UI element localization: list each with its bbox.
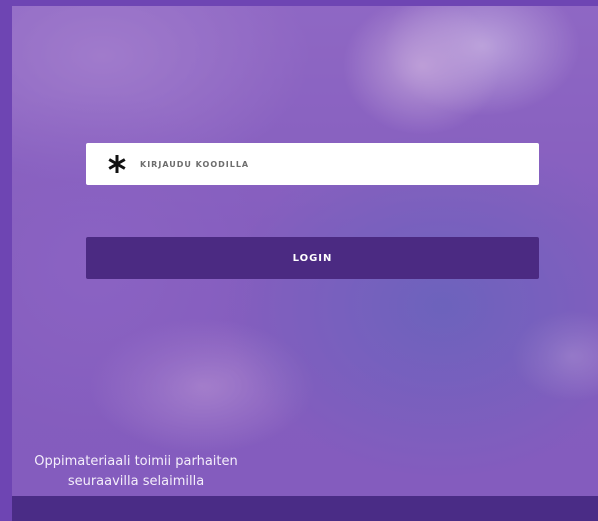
login-button[interactable]: LOGIN: [86, 237, 539, 279]
asterisk-icon: [106, 153, 128, 175]
browser-support-line-2: seuraavilla selaimilla: [67, 474, 205, 489]
browser-support-line-1: Oppimateriaali toimii parhaiten: [34, 454, 238, 469]
code-input[interactable]: [138, 143, 529, 185]
code-field[interactable]: [86, 143, 539, 185]
browser-support-text: Oppimateriaali toimii parhaiten seuraavi…: [12, 452, 260, 492]
bottom-bar: [12, 496, 598, 521]
